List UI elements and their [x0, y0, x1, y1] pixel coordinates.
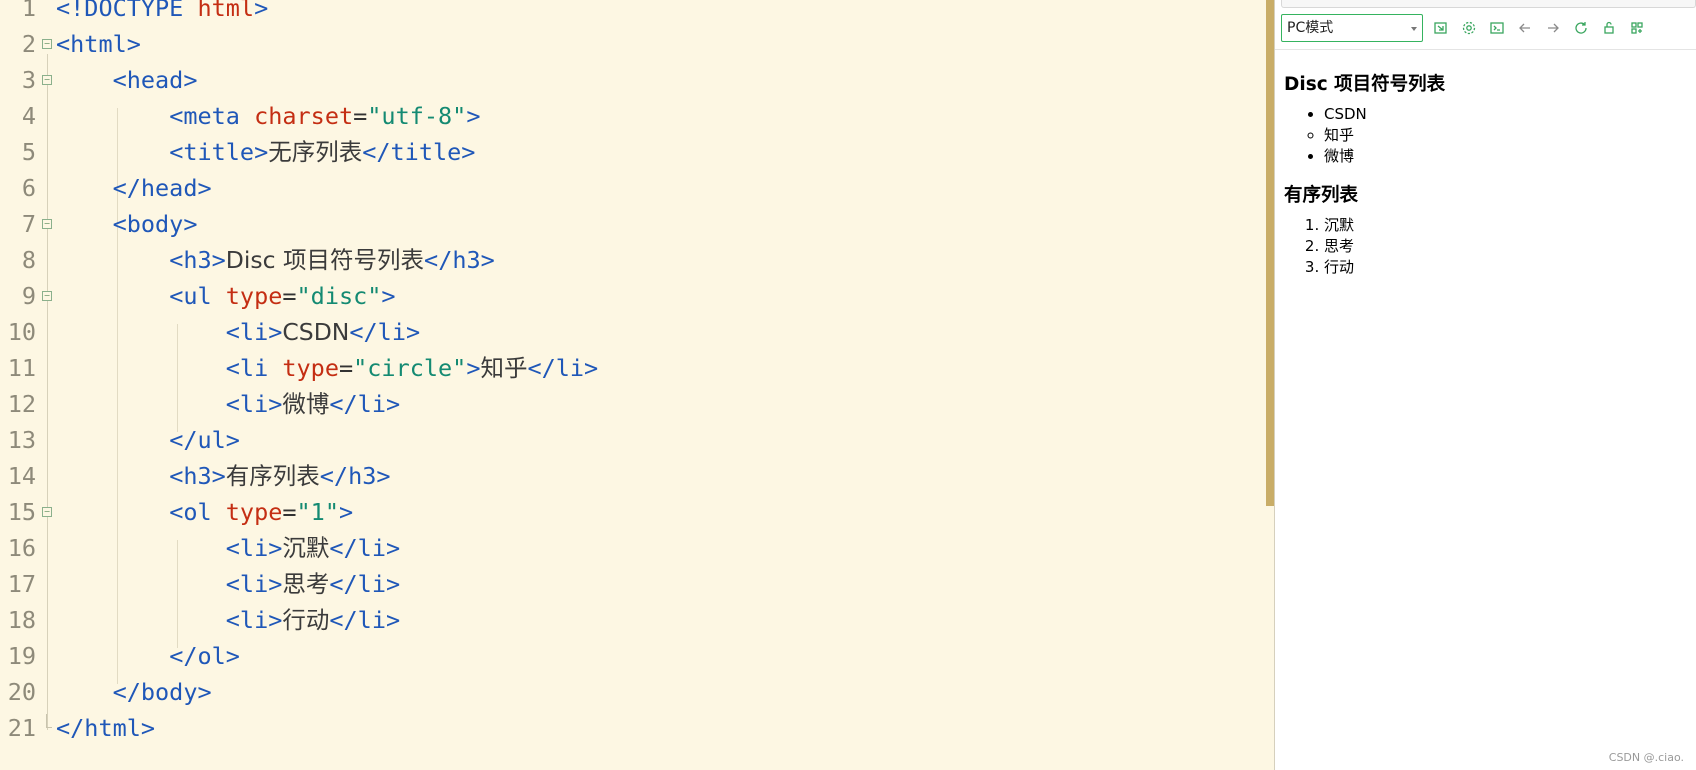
code-line[interactable]: 3− <head>: [0, 62, 1266, 98]
mode-select[interactable]: PC模式: [1281, 14, 1423, 42]
code-line[interactable]: 14 <h3>有序列表</h3>: [0, 458, 1266, 494]
code-text: <h3>Disc 项目符号列表</h3>: [169, 246, 495, 274]
list-item: 微博: [1324, 146, 1684, 167]
code-text: <li>微博</li>: [225, 390, 401, 418]
list-item: 沉默: [1324, 215, 1684, 236]
code-line[interactable]: 16 <li>沉默</li>: [0, 530, 1266, 566]
code-line[interactable]: 8 <h3>Disc 项目符号列表</h3>: [0, 242, 1266, 278]
code-text: <ul type="disc">: [169, 282, 396, 310]
code-text: <h3>有序列表</h3>: [169, 462, 391, 490]
back-arrow-icon[interactable]: [1515, 18, 1535, 38]
mode-select-value: PC模式: [1287, 20, 1334, 36]
code-text: <head>: [112, 66, 198, 94]
ordered-list: 沉默 思考 行动: [1284, 215, 1684, 278]
code-line[interactable]: 9− <ul type="disc">: [0, 278, 1266, 314]
page-heading-disc: Disc 项目符号列表: [1284, 74, 1446, 95]
list-item: 知乎: [1324, 125, 1684, 146]
code-line[interactable]: 7− <body>: [0, 206, 1266, 242]
code-text: <html>: [56, 30, 141, 58]
line-number: 5: [21, 138, 36, 166]
page-heading-ordered: 有序列表: [1284, 185, 1359, 206]
code-line[interactable]: 4 <meta charset="utf-8">: [0, 98, 1266, 134]
line-number: 12: [7, 390, 36, 418]
list-item: 思考: [1324, 236, 1684, 257]
code-line[interactable]: 21 </html>: [0, 710, 1266, 746]
code-line[interactable]: 19 </ol>: [0, 638, 1266, 674]
line-number: 13: [7, 426, 36, 454]
code-line[interactable]: 15− <ol type="1">: [0, 494, 1266, 530]
code-editor[interactable]: 1 <!DOCTYPE html> 2− <html> 3− <head> 4 <meta…: [0, 0, 1266, 770]
line-number: 15: [7, 498, 36, 526]
line-number: 3: [21, 66, 36, 94]
grid-icon[interactable]: [1627, 18, 1647, 38]
list-item: 行动: [1324, 257, 1684, 278]
code-text: <!DOCTYPE html>: [56, 0, 269, 22]
code-line[interactable]: 13 </ul>: [0, 422, 1266, 458]
code-line[interactable]: 1 <!DOCTYPE html>: [0, 0, 1266, 26]
code-text: <ol type="1">: [169, 498, 354, 526]
line-number: 19: [7, 642, 36, 670]
line-number: 18: [7, 606, 36, 634]
code-line[interactable]: 2− <html>: [0, 26, 1266, 62]
code-text: <li>思考</li>: [225, 570, 401, 598]
forward-arrow-icon[interactable]: [1543, 18, 1563, 38]
code-text: <li>CSDN</li>: [225, 318, 421, 346]
fold-toggle-icon[interactable]: −: [42, 75, 52, 85]
code-line[interactable]: 17 <li>思考</li>: [0, 566, 1266, 602]
code-line[interactable]: 20 </body>: [0, 674, 1266, 710]
editor-scrollbar-thumb[interactable]: [1266, 0, 1274, 506]
line-number: 1: [21, 0, 36, 22]
fold-end-marker: [46, 714, 52, 728]
code-text: <body>: [112, 210, 198, 238]
line-number: 14: [7, 462, 36, 490]
line-number: 17: [7, 570, 36, 598]
code-text: </html>: [56, 714, 156, 742]
line-number: 2: [21, 30, 36, 58]
code-line[interactable]: 5 <title>无序列表</title>: [0, 134, 1266, 170]
line-number: 16: [7, 534, 36, 562]
console-icon[interactable]: [1487, 18, 1507, 38]
line-number: 21: [7, 714, 36, 742]
line-number: 20: [7, 678, 36, 706]
unordered-list: CSDN 知乎 微博: [1284, 104, 1684, 167]
code-text: <meta charset="utf-8">: [169, 102, 481, 130]
code-line[interactable]: 6 </head>: [0, 170, 1266, 206]
line-number: 7: [21, 210, 36, 238]
code-line[interactable]: 12 <li>微博</li>: [0, 386, 1266, 422]
chevron-down-icon: [1411, 27, 1417, 31]
code-line[interactable]: 11 <li type="circle">知乎</li>: [0, 350, 1266, 386]
browser-preview-pane: PC模式 Disc 项目符号列表 CSDN 知乎: [1275, 0, 1696, 770]
settings-icon[interactable]: [1459, 18, 1479, 38]
code-text: <li>沉默</li>: [225, 534, 401, 562]
preview-top-strip: [1281, 0, 1696, 8]
code-line[interactable]: 10 <li>CSDN</li>: [0, 314, 1266, 350]
line-number: 10: [7, 318, 36, 346]
code-line[interactable]: 18 <li>行动</li>: [0, 602, 1266, 638]
line-number: 8: [21, 246, 36, 274]
refresh-icon[interactable]: [1571, 18, 1591, 38]
fold-toggle-icon[interactable]: −: [42, 291, 52, 301]
preview-toolbar: PC模式: [1275, 10, 1696, 50]
watermark: CSDN @.ciao.: [1608, 751, 1684, 764]
open-external-icon[interactable]: [1431, 18, 1451, 38]
code-text: </ul>: [169, 426, 240, 454]
fold-toggle-icon[interactable]: −: [42, 507, 52, 517]
list-item: CSDN: [1324, 104, 1684, 125]
code-text: </ol>: [169, 642, 240, 670]
line-number: 6: [21, 174, 36, 202]
fold-toggle-icon[interactable]: −: [42, 219, 52, 229]
fold-toggle-icon[interactable]: −: [42, 39, 52, 49]
unlock-icon[interactable]: [1599, 18, 1619, 38]
code-text: <li type="circle">知乎</li>: [225, 354, 599, 382]
code-text: </body>: [112, 678, 212, 706]
code-text: </head>: [112, 174, 212, 202]
line-number: 9: [21, 282, 36, 310]
line-number: 11: [7, 354, 36, 382]
code-text: <title>无序列表</title>: [169, 138, 476, 166]
rendered-page: Disc 项目符号列表 CSDN 知乎 微博 有序列表 沉默 思考 行动: [1284, 62, 1684, 292]
line-number: 4: [21, 102, 36, 130]
code-text: <li>行动</li>: [225, 606, 401, 634]
